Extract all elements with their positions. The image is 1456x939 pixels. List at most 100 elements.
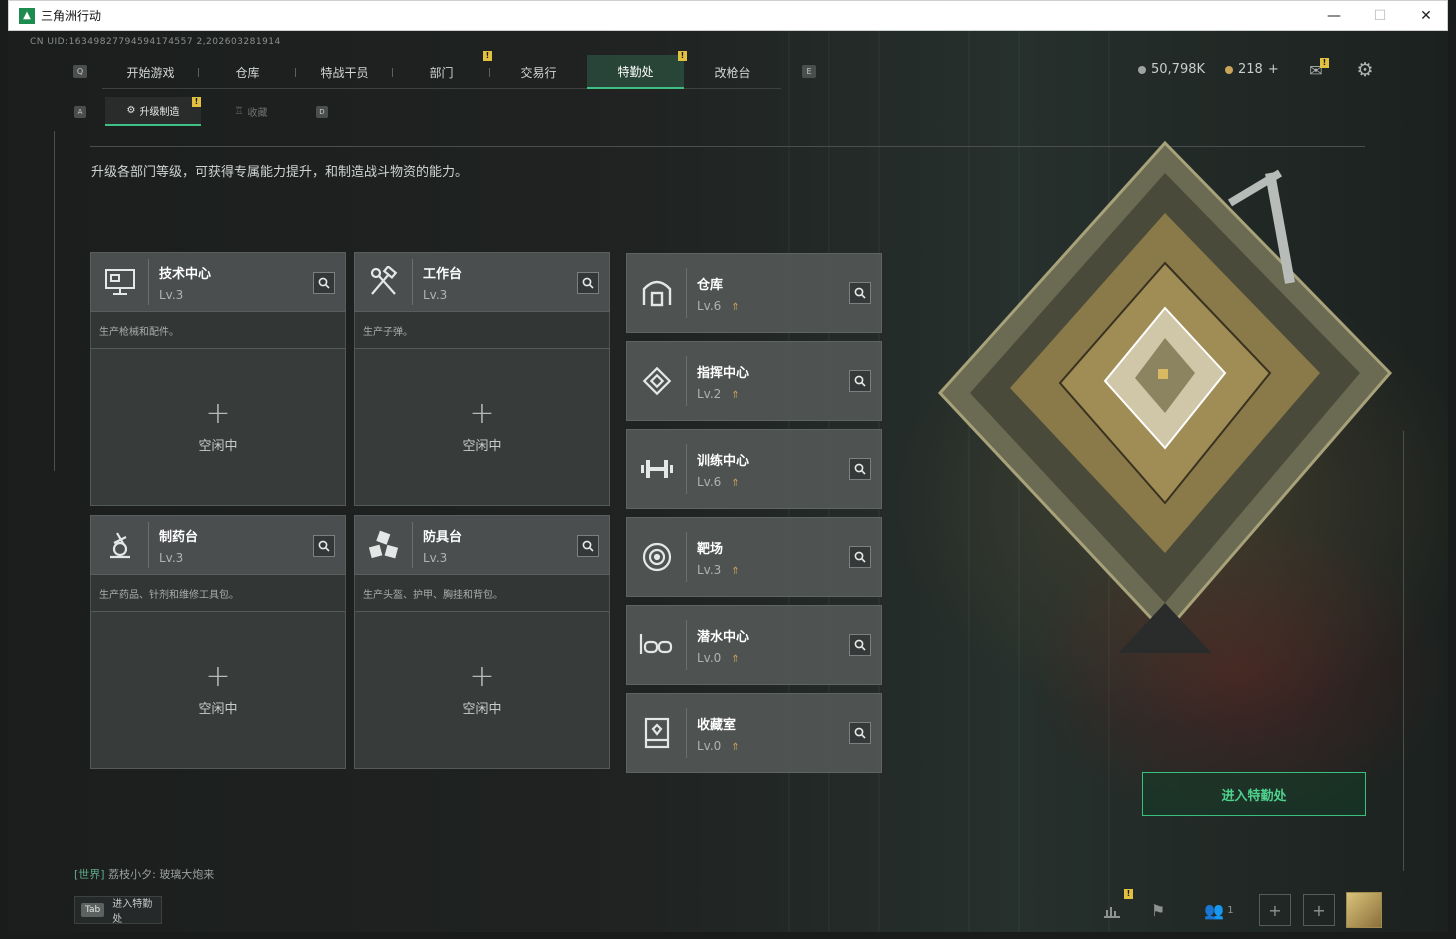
production-slot[interactable]: + 空闲中 xyxy=(354,348,610,506)
search-icon[interactable] xyxy=(313,535,335,557)
tab-department[interactable]: 部门 xyxy=(393,55,490,89)
search-icon[interactable] xyxy=(313,272,335,294)
facility-card-warehouse[interactable]: 仓库 Lv.6 ⇑ xyxy=(626,253,882,333)
card-name: 仓库 xyxy=(697,277,724,293)
trophy-icon: ♖ xyxy=(234,106,244,117)
card-name: 训练中心 xyxy=(697,453,750,469)
search-icon[interactable] xyxy=(577,272,599,294)
plus-icon: + xyxy=(469,395,495,431)
production-slot[interactable]: + 空闲中 xyxy=(90,348,346,506)
close-button[interactable]: ✕ xyxy=(1403,1,1449,31)
card-description: 生产子弹。 xyxy=(354,312,610,348)
facility-card-training-center[interactable]: 训练中心 Lv.6 ⇑ xyxy=(626,429,882,509)
plus-icon: + xyxy=(205,658,231,694)
card-name: 指挥中心 xyxy=(697,365,750,381)
chat-channel: [世界] xyxy=(74,868,105,881)
friends-count: 1 xyxy=(1227,904,1234,916)
tab-operators[interactable]: 特战干员 xyxy=(296,55,393,89)
nav-key-q: Q xyxy=(73,65,87,78)
chat-user: 荔枝小夕: xyxy=(108,868,156,881)
level-up-icon: ⇑ xyxy=(731,653,740,665)
coupons-display[interactable]: 218 + xyxy=(1225,62,1279,77)
production-slot[interactable]: + 空闲中 xyxy=(90,611,346,769)
tab-special-ops[interactable]: 特勤处 xyxy=(587,55,684,89)
card-name: 工作台 xyxy=(423,266,463,282)
coin-icon xyxy=(1138,65,1146,74)
maximize-button[interactable]: ☐ xyxy=(1357,1,1403,31)
production-slot[interactable]: + 空闲中 xyxy=(354,611,610,769)
chat-message[interactable]: [世界] 荔枝小夕: 玻璃大炮来 xyxy=(74,866,214,882)
card-level: Lv.3 xyxy=(423,550,448,565)
tab-trading[interactable]: 交易行 xyxy=(490,55,587,89)
level-up-icon: ⇑ xyxy=(731,565,740,577)
production-card-workbench: 工作台 Lv.3 生产子弹。 + 空闲中 xyxy=(354,252,610,506)
flag-icon[interactable]: ⚑ xyxy=(1142,894,1174,926)
settings-gear-icon[interactable]: ⚙ xyxy=(1354,59,1376,81)
tab-gunsmith[interactable]: 改枪台 xyxy=(684,55,781,89)
special-ops-cube-artwork xyxy=(937,140,1393,653)
tab-warehouse[interactable]: 仓库 xyxy=(199,55,296,89)
facility-card-command-center[interactable]: 指挥中心 Lv.2 ⇑ xyxy=(626,341,882,421)
plus-icon: + xyxy=(469,658,495,694)
coupon-icon xyxy=(1225,65,1233,74)
upgrade-gear-icon: ⚙ xyxy=(126,105,136,116)
minimize-button[interactable]: — xyxy=(1311,1,1357,31)
level-up-icon: ⇑ xyxy=(731,301,740,313)
upgrade-alert-badge: ! xyxy=(192,97,201,107)
friends-icon[interactable]: 👥 1 xyxy=(1198,894,1240,926)
window-titlebar: ▲ 三角洲行动 — ☐ ✕ xyxy=(8,0,1448,31)
chat-text: 玻璃大炮来 xyxy=(159,868,215,881)
mail-alert-badge: ! xyxy=(1320,58,1329,68)
tab-hint-label: 进入特勤处 xyxy=(112,899,153,925)
subtab-key-d: D xyxy=(316,106,328,118)
game-viewport: CN UID:16349827794594174557 2,2026032819… xyxy=(8,31,1448,932)
search-icon[interactable] xyxy=(849,282,871,304)
slot-status: 空闲中 xyxy=(462,701,502,717)
card-level: Lv.3 xyxy=(423,287,448,302)
card-level: Lv.2 xyxy=(697,386,722,401)
trading-alert-badge: ! xyxy=(483,51,492,61)
add-teammate-button-2[interactable]: + xyxy=(1303,894,1335,926)
search-icon[interactable] xyxy=(849,722,871,744)
tab-hint-button[interactable]: Tab 进入特勤处 xyxy=(74,896,162,925)
card-description: 生产枪械和配件。 xyxy=(90,312,346,348)
card-level: Lv.3 xyxy=(159,550,184,565)
card-description: 生产药品、针剂和维修工具包。 xyxy=(90,575,346,611)
warehouse-icon xyxy=(627,268,687,318)
armor-icon xyxy=(355,522,413,568)
card-level: Lv.6 xyxy=(697,474,722,489)
subtab-collection[interactable]: ♖ 收藏 xyxy=(203,97,299,126)
slot-status: 空闲中 xyxy=(462,438,502,454)
slot-status: 空闲中 xyxy=(198,701,238,717)
facility-card-diving-center[interactable]: 潜水中心 Lv.0 ⇑ xyxy=(626,605,882,685)
card-name: 防具台 xyxy=(423,529,463,545)
card-name: 潜水中心 xyxy=(697,629,750,645)
facility-card-collection-room[interactable]: 收藏室 Lv.0 ⇑ xyxy=(626,693,882,773)
special-ops-alert-badge: ! xyxy=(678,51,687,61)
enter-special-ops-button[interactable]: 进入特勤处 xyxy=(1142,772,1366,816)
card-name: 收藏室 xyxy=(697,717,737,733)
card-description: 生产头盔、护甲、胸挂和背包。 xyxy=(354,575,610,611)
search-icon[interactable] xyxy=(849,634,871,656)
tab-key: Tab xyxy=(81,903,105,917)
search-icon[interactable] xyxy=(849,370,871,392)
production-card-tech-center: 技术中心 Lv.3 生产枪械和配件。 + 空闲中 xyxy=(90,252,346,506)
dumbbell-icon xyxy=(627,444,687,494)
nav-key-e: E xyxy=(802,65,816,78)
window-title: 三角洲行动 xyxy=(41,9,102,23)
search-icon[interactable] xyxy=(849,546,871,568)
search-icon[interactable] xyxy=(849,458,871,480)
subtab-upgrade[interactable]: ⚙ 升级制造 xyxy=(105,97,201,126)
card-name: 制药台 xyxy=(159,529,199,545)
tab-start-game[interactable]: 开始游戏 xyxy=(102,55,199,89)
player-avatar[interactable] xyxy=(1346,892,1382,928)
card-level: Lv.3 xyxy=(159,287,184,302)
facility-card-shooting-range[interactable]: 靶场 Lv.3 ⇑ xyxy=(626,517,882,597)
stats-alert-badge: ! xyxy=(1124,889,1133,899)
add-teammate-button[interactable]: + xyxy=(1259,894,1291,926)
production-card-armor-bench: 防具台 Lv.3 生产头盔、护甲、胸挂和背包。 + 空闲中 xyxy=(354,515,610,769)
plus-icon: + xyxy=(205,395,231,431)
tools-icon xyxy=(355,259,413,305)
card-level: Lv.0 xyxy=(697,738,722,753)
search-icon[interactable] xyxy=(577,535,599,557)
